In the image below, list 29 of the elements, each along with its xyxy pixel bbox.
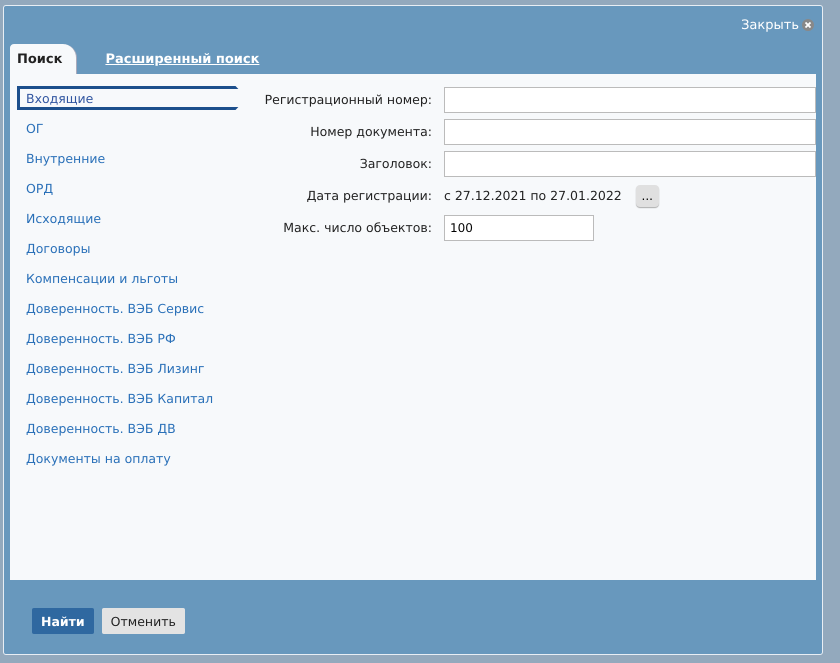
category-item[interactable]: ОРД [17, 176, 247, 200]
input-field[interactable]: 100 [444, 214, 594, 240]
tab[interactable]: Поиск [10, 44, 78, 74]
category-item[interactable]: Доверенность. ВЭБ Сервис [17, 296, 247, 320]
field-label: Макс. число объектов: [282, 220, 433, 235]
field-label: Заголовок: [358, 156, 433, 171]
category-item[interactable]: Компенсации и льготы [17, 266, 247, 290]
date-range: с 27.12.2021 по 27.01.2022 [444, 188, 622, 203]
category-item[interactable]: Доверенность. ВЭБ Лизинг [17, 356, 247, 380]
field-label: Номер документа: [309, 124, 433, 139]
field-label: Дата регистрации: [306, 188, 433, 203]
input-field[interactable] [444, 86, 816, 112]
cancel-button[interactable]: Отменить [102, 608, 185, 634]
search-button[interactable]: Найти [32, 608, 94, 634]
input-field[interactable] [444, 118, 816, 144]
date-picker-button[interactable]: ... [636, 184, 659, 206]
category-item[interactable]: ОГ [17, 116, 247, 140]
tab[interactable]: Расширенный поиск [77, 44, 276, 74]
close-icon [802, 19, 814, 31]
category-item[interactable]: Доверенность. ВЭБ ДВ [17, 416, 247, 440]
input-field[interactable] [444, 150, 816, 176]
category-item[interactable]: Доверенность. ВЭБ РФ [17, 326, 247, 350]
category-item[interactable]: Договоры [17, 236, 247, 260]
field-label: Регистрационный номер: [264, 92, 433, 107]
category-item[interactable]: Внутренние [17, 146, 247, 170]
category-item[interactable]: Доверенность. ВЭБ Капитал [17, 386, 247, 410]
category-item[interactable]: Исходящие [17, 206, 247, 230]
category-item[interactable]: Документы на оплату [17, 446, 247, 470]
close-button[interactable]: Закрыть [741, 18, 814, 32]
